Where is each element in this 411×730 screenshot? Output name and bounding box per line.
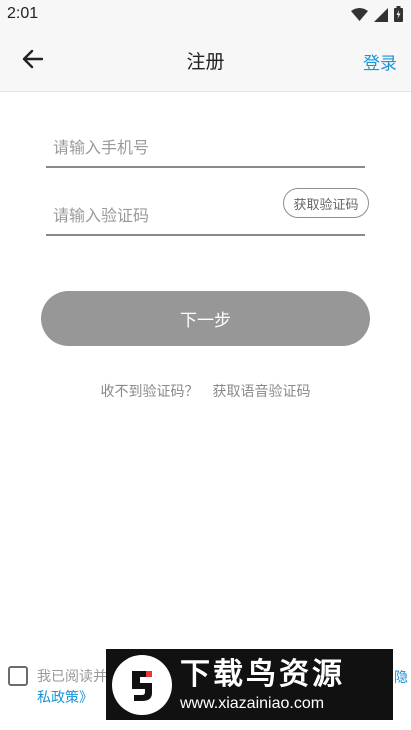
app-bar: 注册 登录: [0, 30, 411, 92]
bird-logo-icon: [112, 654, 172, 715]
verification-code-field: 获取验证码: [46, 188, 369, 236]
page-title: 注册: [186, 51, 225, 73]
get-code-button[interactable]: 获取验证码: [283, 188, 369, 218]
next-button[interactable]: 下一步: [41, 291, 370, 346]
phone-input[interactable]: [53, 134, 273, 160]
watermark-url: www.xiazainiao.com: [180, 694, 325, 712]
privacy-policy-link[interactable]: 私政策》: [37, 690, 93, 706]
login-link[interactable]: 登录: [363, 49, 397, 74]
watermark-banner: 下载鸟资源 www.xiazainiao.com: [106, 649, 393, 720]
status-time: 2:01: [7, 5, 39, 22]
help-row: 收不到验证码？ 获取语音验证码: [0, 381, 411, 401]
agreement-link-tail[interactable]: 隐: [394, 667, 408, 687]
verification-code-input[interactable]: [53, 202, 273, 228]
phone-field: [46, 128, 365, 168]
agreement-prefix: 我已阅读并: [37, 669, 107, 685]
watermark-text: 下载鸟资源 www.xiazainiao.com: [180, 656, 345, 714]
no-code-text: 收不到验证码？: [100, 384, 199, 400]
status-bar: 2:01: [0, 0, 411, 30]
voice-code-link[interactable]: 获取语音验证码: [213, 381, 311, 401]
status-icons: [351, 6, 403, 26]
agree-checkbox[interactable]: [8, 666, 28, 686]
signal-icon: [374, 7, 388, 26]
watermark-title: 下载鸟资源: [180, 656, 345, 692]
battery-icon: [394, 6, 403, 26]
wifi-icon: [351, 7, 368, 26]
